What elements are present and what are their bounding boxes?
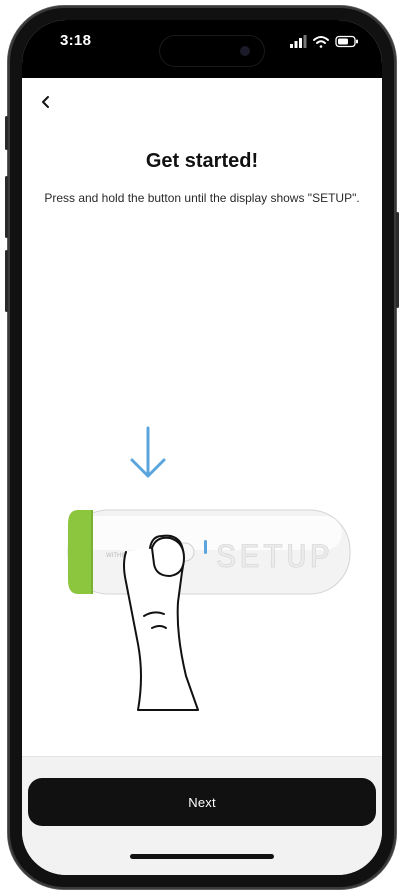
page-title: Get started! (145, 150, 259, 172)
signal-bars-icon (290, 35, 307, 48)
volume-up-button (5, 176, 8, 238)
wifi-icon (313, 36, 329, 48)
home-indicator[interactable] (130, 854, 274, 859)
chevron-left-icon (42, 96, 49, 108)
screenshot-canvas: 3:18 Get started! Press and hold the but… (0, 0, 404, 895)
next-button[interactable]: Next (28, 778, 376, 826)
dynamic-island (160, 36, 264, 66)
back-button[interactable] (32, 88, 60, 116)
status-time: 3:18 (60, 32, 92, 49)
battery-icon (335, 35, 358, 48)
device-display-text: SETUP (216, 540, 333, 578)
thermometer-device: WITHINGS SETUP (67, 509, 351, 595)
device-cap (68, 510, 92, 594)
volume-down-button (5, 250, 8, 312)
camera-icon (240, 46, 250, 56)
power-button (396, 212, 399, 308)
device-indicator (204, 540, 207, 554)
arrow-down-icon (130, 426, 166, 478)
status-bar: 3:18 (22, 20, 382, 78)
device-illustration: WITHINGS SETUP (67, 426, 351, 711)
status-icons (290, 35, 358, 48)
action-button (5, 116, 8, 150)
app-screen: 3:18 Get started! Press and hold the but… (22, 20, 382, 875)
instruction-text: Press and hold the button until the disp… (44, 191, 360, 205)
